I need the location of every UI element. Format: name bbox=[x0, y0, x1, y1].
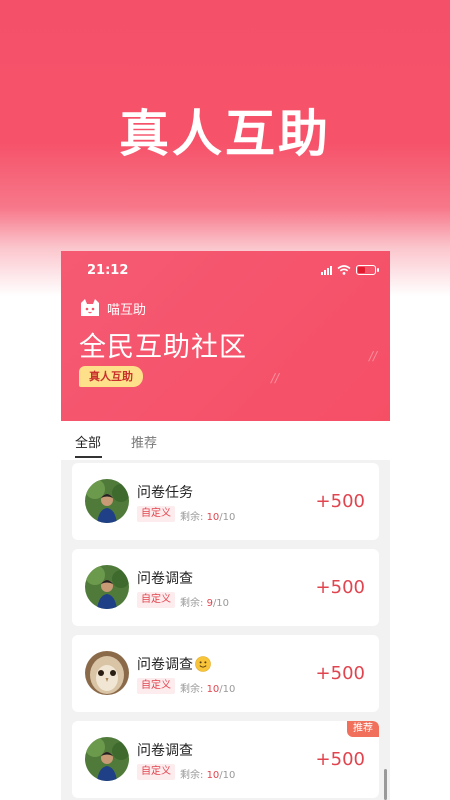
task-reward: +500 bbox=[315, 663, 365, 684]
avatar bbox=[85, 651, 129, 695]
header-badge[interactable]: 真人互助 bbox=[79, 366, 143, 387]
tab-bar: 全部 推荐 bbox=[61, 421, 390, 460]
wifi-icon bbox=[337, 265, 351, 275]
task-card[interactable]: 问卷调查 自定义 剩余: 10/10 +500 bbox=[72, 635, 379, 712]
task-card[interactable]: 问卷任务 自定义 剩余: 10/10 +500 bbox=[72, 463, 379, 540]
cat-icon bbox=[81, 299, 99, 316]
header-title: 全民互助社区 bbox=[79, 332, 247, 363]
decor-slash: // bbox=[369, 349, 378, 363]
phone-screen: 21:12 喵互助 全民互助社区 真人互助 // // 全部 推荐 问卷任务 自… bbox=[61, 251, 390, 800]
smile-emoji-icon bbox=[195, 656, 211, 672]
task-tag: 自定义 bbox=[137, 592, 175, 608]
app-name: 喵互助 bbox=[107, 302, 147, 318]
task-tag: 自定义 bbox=[137, 764, 175, 780]
man-avatar-icon bbox=[85, 565, 129, 609]
task-reward: +500 bbox=[315, 749, 365, 770]
avatar bbox=[85, 565, 129, 609]
task-reward: +500 bbox=[315, 491, 365, 512]
owl-avatar-icon bbox=[85, 651, 129, 695]
tab-all[interactable]: 全部 bbox=[75, 432, 101, 451]
promo-title: 真人互助 bbox=[119, 105, 331, 163]
task-title: 问卷调查 bbox=[137, 743, 193, 759]
task-remaining: 剩余: 9/10 bbox=[180, 598, 230, 609]
battery-icon bbox=[356, 265, 379, 275]
task-remaining: 剩余: 10/10 bbox=[180, 512, 236, 523]
task-card[interactable]: 推荐 问卷调查 自定义 剩余: 10/10 +500 bbox=[72, 721, 379, 798]
signal-icon bbox=[321, 265, 332, 275]
task-remaining: 剩余: 10/10 bbox=[180, 770, 236, 781]
man-avatar-icon bbox=[85, 479, 129, 523]
avatar bbox=[85, 737, 129, 781]
task-title: 问卷调查 bbox=[137, 654, 211, 674]
scrollbar[interactable] bbox=[384, 769, 387, 800]
task-tag: 自定义 bbox=[137, 506, 175, 522]
task-title: 问卷调查 bbox=[137, 571, 193, 587]
status-icons bbox=[321, 265, 379, 275]
task-card[interactable]: 问卷调查 自定义 剩余: 9/10 +500 bbox=[72, 549, 379, 626]
recommend-badge: 推荐 bbox=[347, 721, 379, 737]
app-header: 21:12 喵互助 全民互助社区 真人互助 // // bbox=[61, 251, 390, 421]
task-tag: 自定义 bbox=[137, 678, 175, 694]
decor-slash: // bbox=[271, 371, 280, 385]
avatar bbox=[85, 479, 129, 523]
task-title: 问卷任务 bbox=[137, 485, 193, 501]
status-time: 21:12 bbox=[87, 263, 129, 278]
task-reward: +500 bbox=[315, 577, 365, 598]
task-remaining: 剩余: 10/10 bbox=[180, 684, 236, 695]
tab-recommend[interactable]: 推荐 bbox=[131, 432, 157, 451]
tab-indicator bbox=[75, 456, 102, 458]
man-avatar-icon bbox=[85, 737, 129, 781]
app-brand: 喵互助 bbox=[79, 298, 146, 318]
